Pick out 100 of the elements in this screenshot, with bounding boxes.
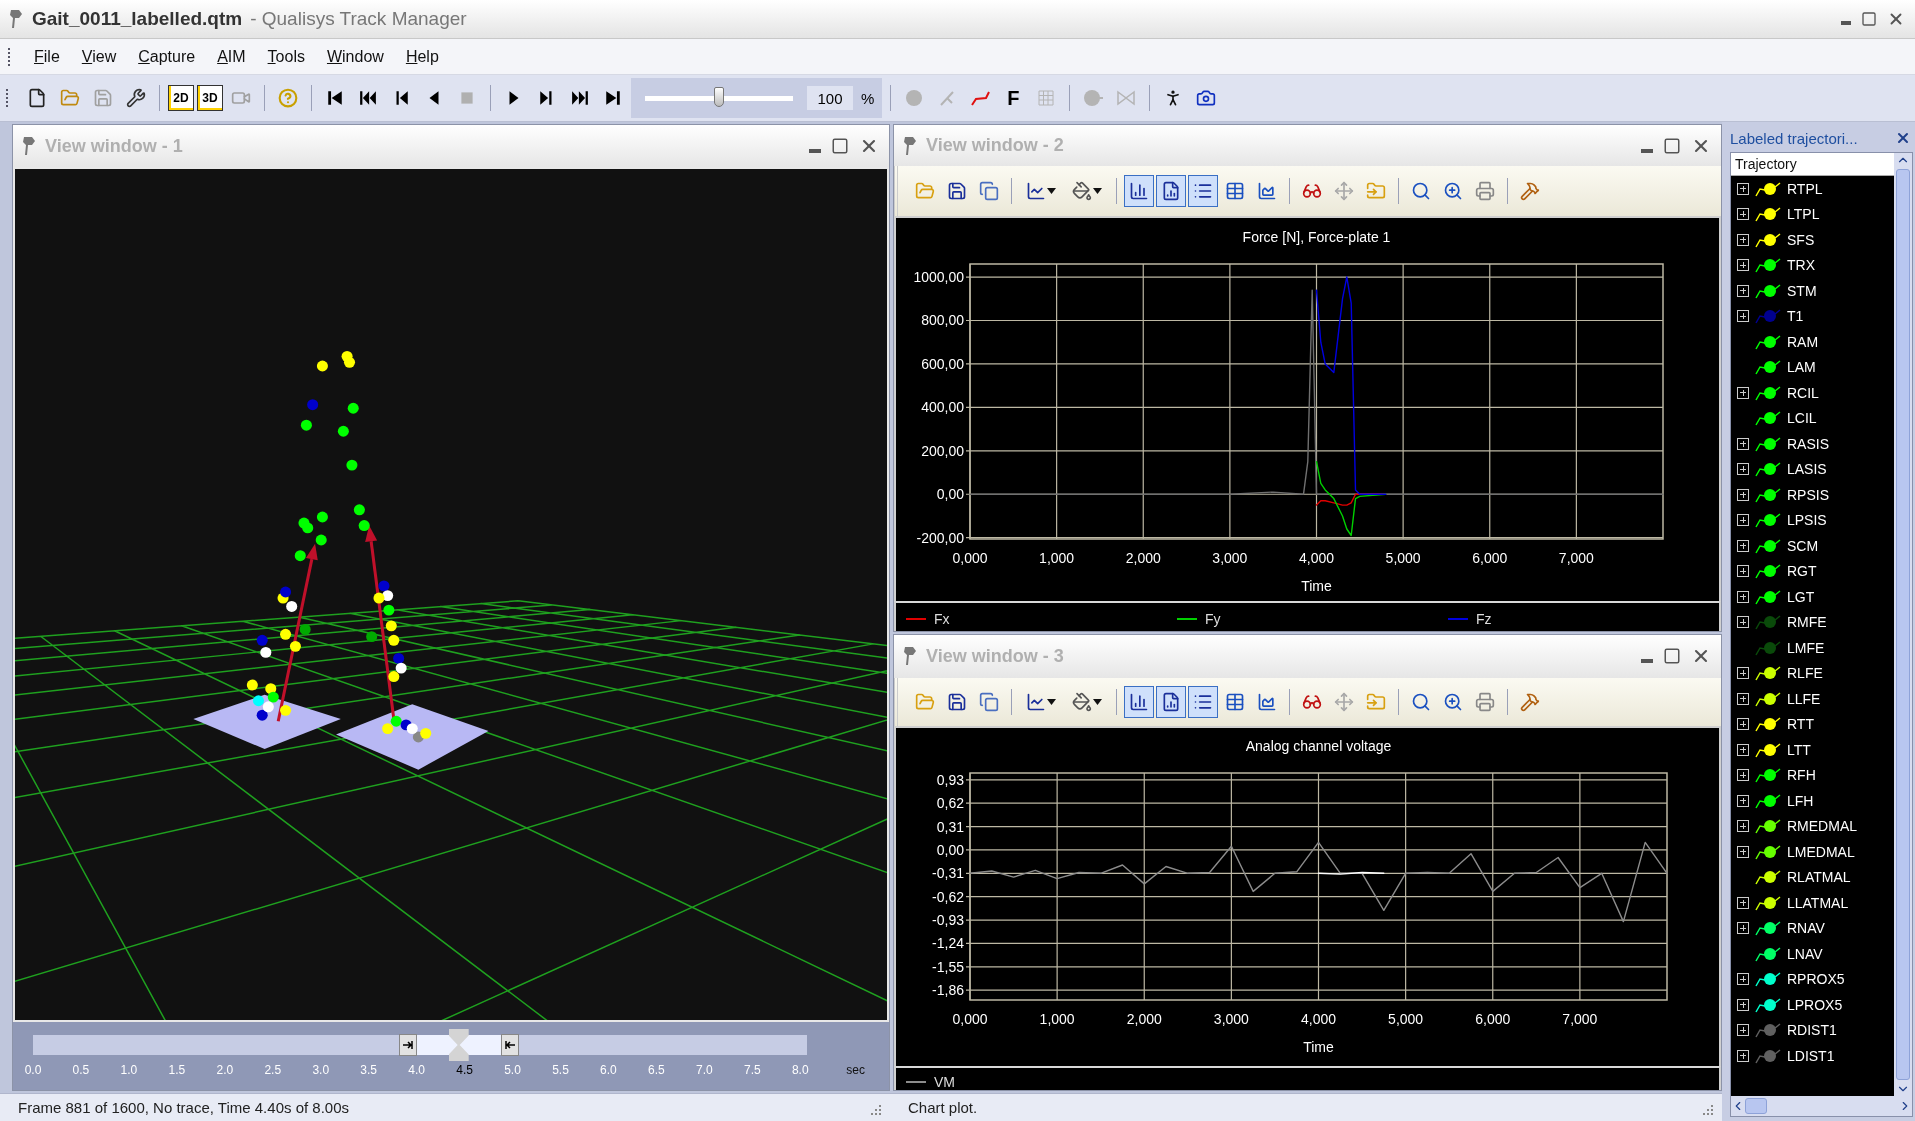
axis-tick-label: -0,31	[932, 865, 964, 882]
timeline-tick-label: 3.5	[359, 1063, 378, 1077]
trajectory-name[interactable]: LASIS	[1787, 461, 1827, 478]
menu-item[interactable]: Window	[317, 43, 393, 70]
timeline-tick-label: 6.0	[599, 1063, 618, 1077]
trajectory-name[interactable]: RAM	[1787, 333, 1819, 350]
menu-item[interactable]: Capture	[129, 43, 205, 70]
trajectory-name[interactable]: T1	[1787, 308, 1804, 325]
timeline-tick-label: 6.5	[647, 1063, 666, 1077]
trajectory-name[interactable]: RFH	[1787, 767, 1816, 784]
speed-field[interactable]: 100	[807, 86, 853, 110]
axis-tick-label: 0,00	[936, 841, 964, 858]
trajectory-name[interactable]: LFH	[1787, 792, 1814, 809]
axis-tick-label: 800,00	[921, 312, 964, 329]
trajectory-name[interactable]: RLFE	[1787, 665, 1823, 682]
trajectory-name[interactable]: LMFE	[1787, 639, 1825, 656]
timeline-tick-label: 0.5	[71, 1063, 91, 1077]
trajectory-name[interactable]: TRX	[1787, 257, 1815, 274]
trajectory-name[interactable]: LGT	[1787, 588, 1815, 605]
axis-tick-label: 0,31	[936, 818, 964, 835]
trajectory-name[interactable]: RDIST1	[1787, 1022, 1837, 1039]
trajectory-name[interactable]: LLFE	[1787, 690, 1821, 707]
axis-tick-label: 7,000	[1558, 550, 1594, 566]
axis-tick-label: 0,000	[952, 1010, 988, 1027]
trajectory-name[interactable]: LNAV	[1787, 945, 1823, 962]
legend-label: Fy	[1205, 610, 1221, 627]
trajectory-name[interactable]: LPSIS	[1787, 512, 1827, 529]
trajectory-name[interactable]: RMFE	[1787, 614, 1827, 631]
axis-tick-label: -0,93	[932, 912, 964, 928]
trajectory-name[interactable]: LTT	[1787, 741, 1811, 758]
trajectory-name[interactable]: RPROX5	[1787, 971, 1845, 988]
timeline-tick-label: 7.5	[742, 1063, 762, 1077]
legend-label: Fx	[934, 610, 950, 627]
trajectory-name[interactable]: RCIL	[1787, 384, 1819, 401]
axis-tick-label: -1,55	[932, 958, 964, 975]
axis-tick-label: 200,00	[921, 442, 964, 459]
trajectory-name[interactable]: LDIST1	[1787, 1047, 1835, 1064]
window-title: Gait_0011_labelled.qtm	[32, 8, 243, 30]
timeline-tick-label: 0.0	[23, 1063, 43, 1077]
legend-label: VM	[934, 1074, 955, 1090]
axis-tick-label: 6,000	[1472, 550, 1508, 566]
trajectory-name[interactable]: RTPL	[1787, 180, 1823, 197]
percent-label: %	[861, 89, 875, 107]
trajectory-name[interactable]: LAM	[1787, 359, 1816, 376]
unit-label: sec	[846, 1063, 865, 1077]
timeline-tick-label: 4.0	[407, 1063, 426, 1077]
window-title: View window - 3	[926, 645, 1065, 667]
trajectory-name[interactable]: LCIL	[1787, 410, 1817, 427]
axis-tick-label: 2,000	[1126, 1010, 1162, 1027]
trajectory-name[interactable]: RNAV	[1787, 920, 1825, 937]
app-name: - Qualisys Track Manager	[250, 8, 468, 30]
trajectory-name[interactable]: LTPL	[1787, 206, 1820, 223]
view-3d-button[interactable]: 3D	[197, 85, 223, 111]
trajectory-name[interactable]: LMEDMAL	[1787, 843, 1855, 860]
timeline-tick-label: 2.0	[215, 1063, 235, 1077]
trajectory-name[interactable]: RPSIS	[1787, 486, 1829, 503]
trajectory-name[interactable]: RLATMAL	[1787, 869, 1851, 886]
axis-tick-label: 4,000	[1299, 550, 1334, 566]
trajectory-name[interactable]: RGT	[1787, 563, 1817, 580]
timeline-tick-label: 1.5	[167, 1063, 187, 1077]
axis-title: Time	[1303, 1038, 1334, 1055]
trajectory-name[interactable]: RMEDMAL	[1787, 818, 1857, 835]
axis-title: Time	[1301, 578, 1332, 594]
menu-item[interactable]: Tools	[258, 43, 314, 70]
trajectory-name[interactable]: RTT	[1787, 716, 1814, 733]
trajectory-name[interactable]: STM	[1787, 282, 1817, 299]
axis-tick-label: 2,000	[1125, 550, 1161, 566]
window-title: View window - 2	[926, 135, 1065, 156]
axis-tick-label: -1,86	[932, 982, 964, 999]
timeline-tick-label: 2.5	[263, 1063, 283, 1077]
status-text: Frame 881 of 1600, No trace, Time 4.40s of 8.00s	[18, 1099, 349, 1116]
axis-tick-label: 5,000	[1388, 1010, 1424, 1027]
timeline-tick-label: 5.5	[551, 1063, 570, 1077]
view-2d-button[interactable]: 2D	[168, 85, 194, 111]
axis-tick-label: 1,000	[1039, 550, 1075, 566]
trajectory-name[interactable]: RASIS	[1787, 435, 1829, 452]
axis-tick-label: 0,000	[952, 550, 988, 566]
legend-label: Fz	[1476, 610, 1492, 627]
axis-tick-label: -1,24	[932, 935, 964, 952]
trajectory-name[interactable]: LPROX5	[1787, 996, 1843, 1013]
menu-item[interactable]: View	[72, 43, 126, 70]
menu-item[interactable]: AIM	[208, 43, 255, 70]
force-button[interactable]: F	[998, 82, 1029, 114]
axis-tick-label: 1,000	[1039, 1010, 1075, 1027]
axis-tick-label: 3,000	[1212, 550, 1248, 566]
trajectory-name[interactable]: LLATMAL	[1787, 894, 1849, 911]
trajectory-name[interactable]: SFS	[1787, 231, 1815, 248]
axis-tick-label: 7,000	[1562, 1010, 1598, 1027]
axis-tick-label: 6,000	[1475, 1010, 1511, 1027]
axis-tick-label: -200,00	[916, 529, 964, 546]
chart-title: Force [N], Force-plate 1	[1242, 229, 1391, 245]
chart-title: Analog channel voltage	[1245, 737, 1392, 754]
timeline-tick-label: 3.0	[311, 1063, 331, 1077]
axis-tick-label: 400,00	[921, 399, 964, 416]
axis-tick-label: 5,000	[1385, 550, 1421, 566]
menu-item[interactable]: Help	[396, 43, 448, 70]
column-header[interactable]: Trajectory	[1731, 153, 1894, 176]
trajectory-name[interactable]: SCM	[1787, 537, 1819, 554]
menu-item[interactable]: File	[25, 43, 69, 70]
axis-tick-label: 600,00	[921, 355, 964, 372]
